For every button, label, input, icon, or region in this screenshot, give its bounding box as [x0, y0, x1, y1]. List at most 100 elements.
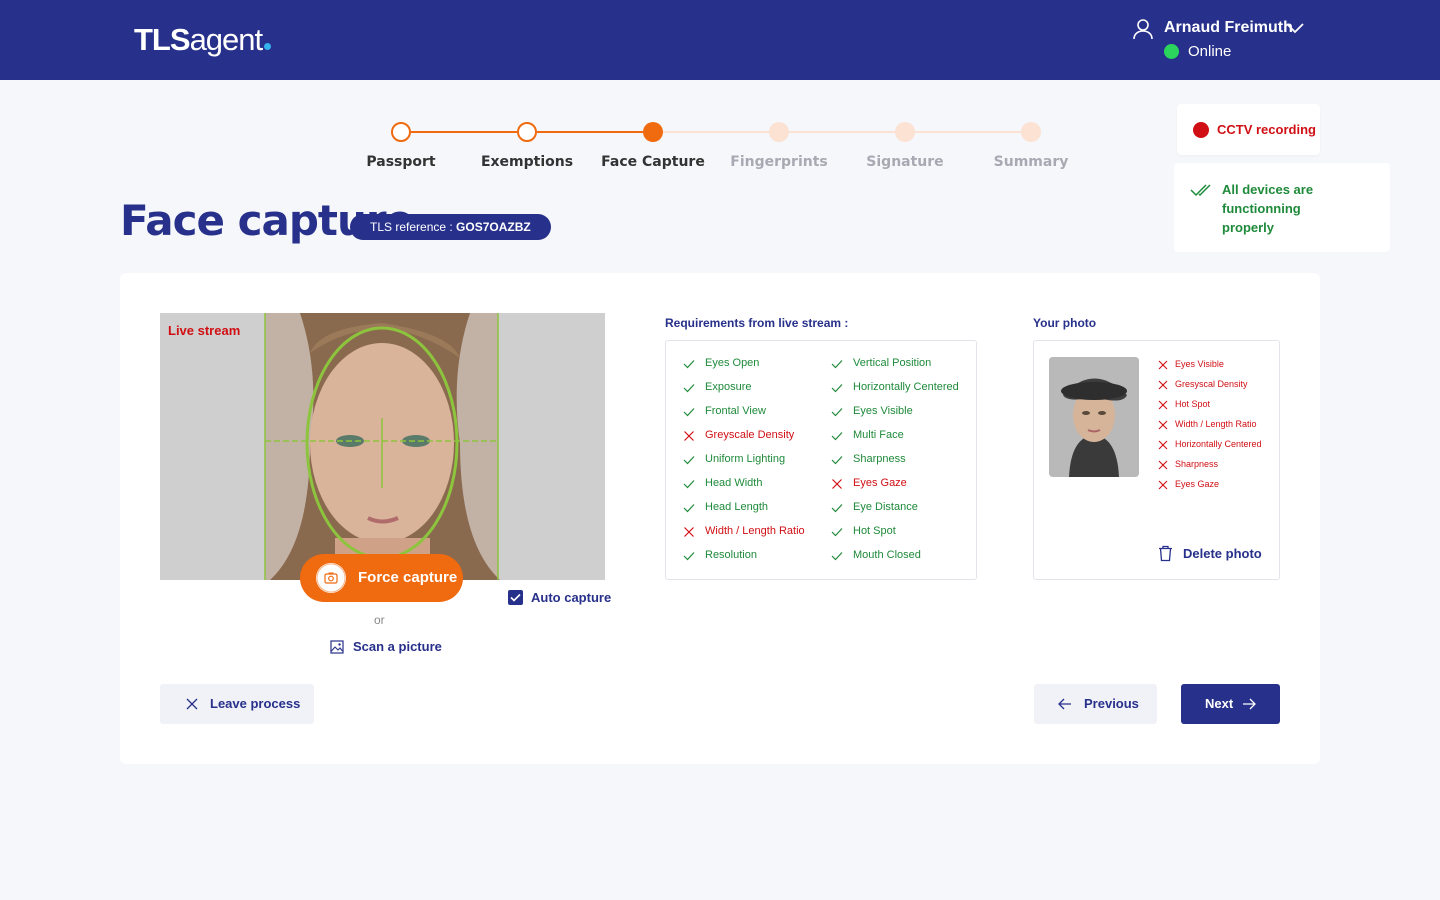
tls-reference-badge: TLS reference : GOS7OAZBZ	[350, 214, 551, 240]
cross-icon	[1158, 440, 1168, 450]
check-icon	[831, 430, 843, 442]
requirement-label: Uniform Lighting	[705, 453, 786, 465]
requirement-label: Vertical Position	[853, 357, 932, 369]
cross-icon	[683, 430, 695, 442]
step-passport-marker	[391, 122, 411, 142]
requirement-label: Exposure	[705, 381, 752, 393]
check-icon	[683, 358, 695, 370]
live-stream-view: Live stream	[160, 313, 605, 580]
next-button[interactable]: Next	[1181, 684, 1280, 724]
requirement-label: Eyes Visible	[853, 405, 913, 417]
tlsagent-logo: TLSagent	[134, 22, 272, 58]
devices-text: All devices are functionning properly	[1222, 182, 1314, 235]
chevron-down-icon[interactable]	[1285, 21, 1305, 35]
ref-value: GOS7OAZBZ	[456, 220, 531, 234]
previous-button[interactable]: Previous	[1034, 684, 1157, 724]
next-label: Next	[1205, 696, 1234, 711]
check-icon	[510, 593, 521, 602]
check-icon	[683, 454, 695, 466]
force-capture-label: Force capture	[358, 569, 458, 586]
photo-failure-label: Gresyscal Density	[1175, 379, 1248, 389]
step-fingerprints: Fingerprints	[730, 154, 828, 170]
step-summary: Summary	[993, 154, 1069, 170]
requirement-label: Hot Spot	[853, 525, 896, 537]
recording-dot	[1193, 122, 1209, 138]
requirement-label: Greyscale Density	[705, 429, 795, 441]
requirement-label: Width / Length Ratio	[705, 525, 805, 537]
cross-icon	[1158, 460, 1168, 470]
cross-icon	[831, 478, 843, 490]
requirement-label: Multi Face	[853, 429, 904, 441]
or-separator: or	[374, 613, 385, 627]
requirement-label: Eye Distance	[853, 501, 918, 513]
requirement-label: Horizontally Centered	[853, 381, 959, 393]
photo-failure-label: Eyes Gaze	[1175, 479, 1220, 489]
leave-process-button[interactable]: Leave process	[160, 684, 314, 724]
stepper-line-5	[915, 131, 1021, 133]
check-icon	[831, 550, 843, 562]
step-fingerprints-marker	[769, 122, 789, 142]
delete-photo-button[interactable]: Delete photo	[1183, 546, 1262, 561]
requirements-title: Requirements from live stream :	[665, 316, 849, 330]
close-icon	[186, 698, 198, 710]
online-status-dot	[1164, 44, 1179, 59]
auto-capture-checkbox[interactable]	[508, 590, 523, 605]
cross-icon	[683, 526, 695, 538]
step-exemptions[interactable]: Exemptions	[457, 154, 597, 170]
auto-capture-label[interactable]: Auto capture	[531, 590, 611, 605]
requirement-label: Eyes Gaze	[853, 477, 907, 489]
your-photo-title: Your photo	[1033, 316, 1097, 330]
trash-icon[interactable]	[1158, 545, 1173, 562]
check-icon	[831, 406, 843, 418]
stepper-line-1	[411, 131, 517, 133]
cross-icon	[1158, 480, 1168, 490]
step-face-capture[interactable]: Face Capture	[583, 154, 723, 170]
requirement-label: Mouth Closed	[853, 549, 921, 561]
arrow-left-icon	[1058, 698, 1071, 710]
cctv-text: CCTV recording	[1217, 122, 1316, 137]
cross-icon	[1158, 380, 1168, 390]
check-icon	[683, 550, 695, 562]
step-passport[interactable]: Passport	[331, 154, 471, 170]
cctv-notice: CCTV recording	[1177, 104, 1320, 155]
online-status: Online	[1188, 43, 1232, 60]
photo-failure-label: Hot Spot	[1175, 399, 1211, 409]
devices-notice: All devices are functionning properly	[1174, 163, 1390, 252]
check-icon	[683, 382, 695, 394]
requirement-label: Head Width	[705, 477, 763, 489]
requirement-label: Sharpness	[853, 453, 906, 465]
user-icon	[1133, 19, 1153, 40]
step-face-capture-marker	[643, 122, 663, 142]
step-exemptions-marker	[517, 122, 537, 142]
top-bar: TLSagent Arnaud Freimuth Online	[0, 0, 1440, 80]
image-icon[interactable]	[330, 640, 344, 654]
cross-icon	[1158, 360, 1168, 370]
check-icon	[683, 406, 695, 418]
check-icon	[831, 358, 843, 370]
captured-photo	[1049, 357, 1139, 477]
user-menu[interactable]: Arnaud Freimuth Online	[1132, 16, 1312, 66]
requirement-label: Resolution	[705, 549, 757, 561]
camera-icon	[316, 563, 346, 593]
check-icon	[683, 502, 695, 514]
force-capture-button[interactable]: Force capture	[300, 554, 463, 602]
requirement-label: Frontal View	[705, 405, 766, 417]
live-face-image	[160, 313, 605, 580]
live-stream-label: Live stream	[168, 323, 241, 338]
check-icon	[831, 382, 843, 394]
cross-icon	[1158, 420, 1168, 430]
check-icon	[831, 502, 843, 514]
scan-picture-link[interactable]: Scan a picture	[353, 639, 442, 654]
requirement-label: Eyes Open	[705, 357, 760, 369]
ref-prefix: TLS reference :	[370, 220, 457, 234]
requirement-label: Head Length	[705, 501, 768, 513]
previous-label: Previous	[1084, 696, 1139, 711]
step-summary-marker	[1021, 122, 1041, 142]
leave-process-label: Leave process	[210, 696, 301, 711]
step-signature: Signature	[866, 154, 944, 170]
stepper-line-3	[663, 131, 769, 133]
check-icon	[831, 526, 843, 538]
check-icon	[831, 454, 843, 466]
check-icon	[683, 478, 695, 490]
stepper-line-2	[537, 131, 643, 133]
